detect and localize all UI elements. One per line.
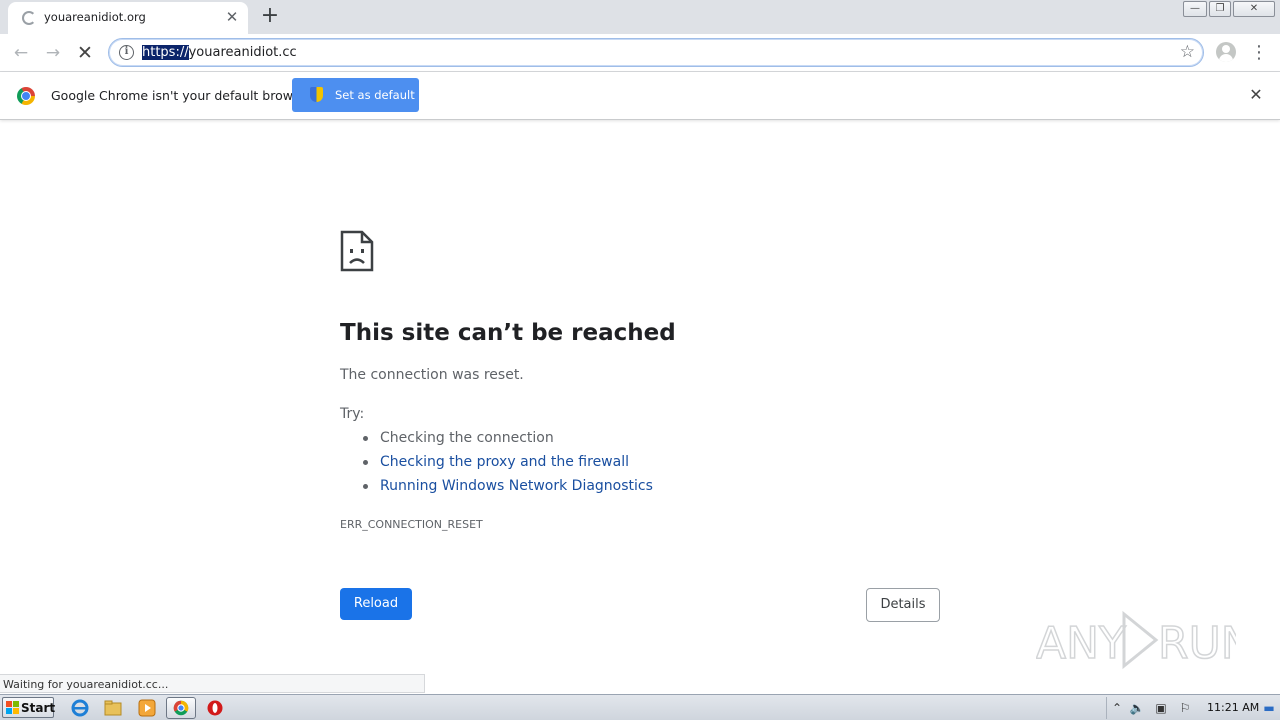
- loading-spinner-icon: [22, 11, 36, 25]
- opera-icon[interactable]: [205, 698, 225, 718]
- tab-title: youareanidiot.org: [44, 10, 146, 24]
- system-tray: ⌃ 🔈 ▣ ⚐ 11:21 AM ▬: [1106, 697, 1280, 719]
- details-button[interactable]: Details: [866, 588, 940, 622]
- sad-document-icon: [340, 230, 374, 272]
- network-icon[interactable]: ▣: [1153, 700, 1169, 716]
- anyrun-watermark-logo: ANY RUN: [1036, 610, 1236, 670]
- error-subtitle: The connection was reset.: [340, 367, 524, 383]
- chrome-logo-icon: [17, 87, 35, 105]
- browser-toolbar: ← → ✕ i https://youareanidiot.cc ☆ ⋮: [0, 34, 1280, 72]
- restore-button[interactable]: ❐: [1209, 1, 1231, 17]
- new-tab-button[interactable]: +: [257, 3, 283, 29]
- volume-icon[interactable]: 🔈: [1129, 700, 1145, 716]
- set-as-default-button[interactable]: Set as default: [292, 78, 419, 112]
- suggestion-check-connection: Checking the connection: [363, 430, 653, 454]
- uac-shield-icon: [310, 87, 323, 102]
- start-label: Start: [21, 701, 56, 715]
- suggestion-network-diagnostics-link[interactable]: Running Windows Network Diagnostics: [363, 478, 653, 502]
- bookmark-star-icon[interactable]: ☆: [1180, 42, 1195, 62]
- internet-explorer-icon[interactable]: [70, 698, 90, 718]
- suggestion-list: Checking the connection Checking the pro…: [363, 430, 653, 502]
- error-code: ERR_CONNECTION_RESET: [340, 518, 483, 531]
- back-button[interactable]: ←: [8, 40, 34, 66]
- chrome-menu-icon[interactable]: ⋮: [1250, 40, 1268, 66]
- url-selected-scheme: https://: [142, 45, 189, 60]
- window-close-button[interactable]: ✕: [1233, 1, 1275, 17]
- clock-time[interactable]: 11:21 AM: [1207, 701, 1259, 714]
- suggestion-proxy-firewall-link[interactable]: Checking the proxy and the firewall: [363, 454, 653, 478]
- file-explorer-icon[interactable]: [103, 698, 123, 718]
- windows-taskbar: Start ⌃ 🔈 ▣ ⚐ 11:21 AM ▬: [0, 694, 1280, 720]
- show-hidden-icons-icon[interactable]: ⌃: [1109, 700, 1125, 716]
- infobar-close-icon[interactable]: ✕: [1246, 85, 1266, 105]
- reload-button[interactable]: Reload: [340, 588, 412, 620]
- start-button[interactable]: Start: [2, 697, 56, 718]
- stop-button[interactable]: ✕: [72, 40, 98, 66]
- set-as-default-label: Set as default: [335, 88, 415, 102]
- minimize-button[interactable]: —: [1183, 1, 1207, 17]
- url-host: youareanidiot.cc: [188, 45, 297, 60]
- svg-text:ANY: ANY: [1036, 618, 1126, 669]
- show-desktop-icon[interactable]: ▬: [1261, 700, 1277, 716]
- tab-strip: youareanidiot.org ✕ + — ❐ ✕: [0, 0, 1280, 34]
- default-browser-infobar: Google Chrome isn't your default browser…: [0, 72, 1280, 120]
- taskbar-chrome-button[interactable]: [166, 697, 196, 719]
- tab-close-icon[interactable]: ✕: [222, 7, 242, 27]
- status-bubble: Waiting for youareanidiot.cc...: [0, 674, 425, 693]
- address-bar[interactable]: i https://youareanidiot.cc ☆: [108, 38, 1204, 67]
- tab-active[interactable]: youareanidiot.org ✕: [8, 2, 248, 34]
- chrome-taskbar-icon: [173, 700, 189, 716]
- profile-avatar-icon[interactable]: [1216, 42, 1236, 62]
- site-info-icon[interactable]: i: [119, 45, 134, 60]
- error-title: This site can’t be reached: [340, 320, 676, 346]
- try-label: Try:: [340, 406, 365, 422]
- url-text[interactable]: https://youareanidiot.cc: [142, 45, 297, 60]
- svg-text:RUN: RUN: [1158, 618, 1236, 669]
- action-center-flag-icon[interactable]: ⚐: [1177, 700, 1193, 716]
- media-player-icon[interactable]: [137, 698, 157, 718]
- forward-button[interactable]: →: [40, 40, 66, 66]
- windows-flag-icon: [6, 701, 19, 714]
- infobar-message: Google Chrome isn't your default browser: [51, 88, 313, 103]
